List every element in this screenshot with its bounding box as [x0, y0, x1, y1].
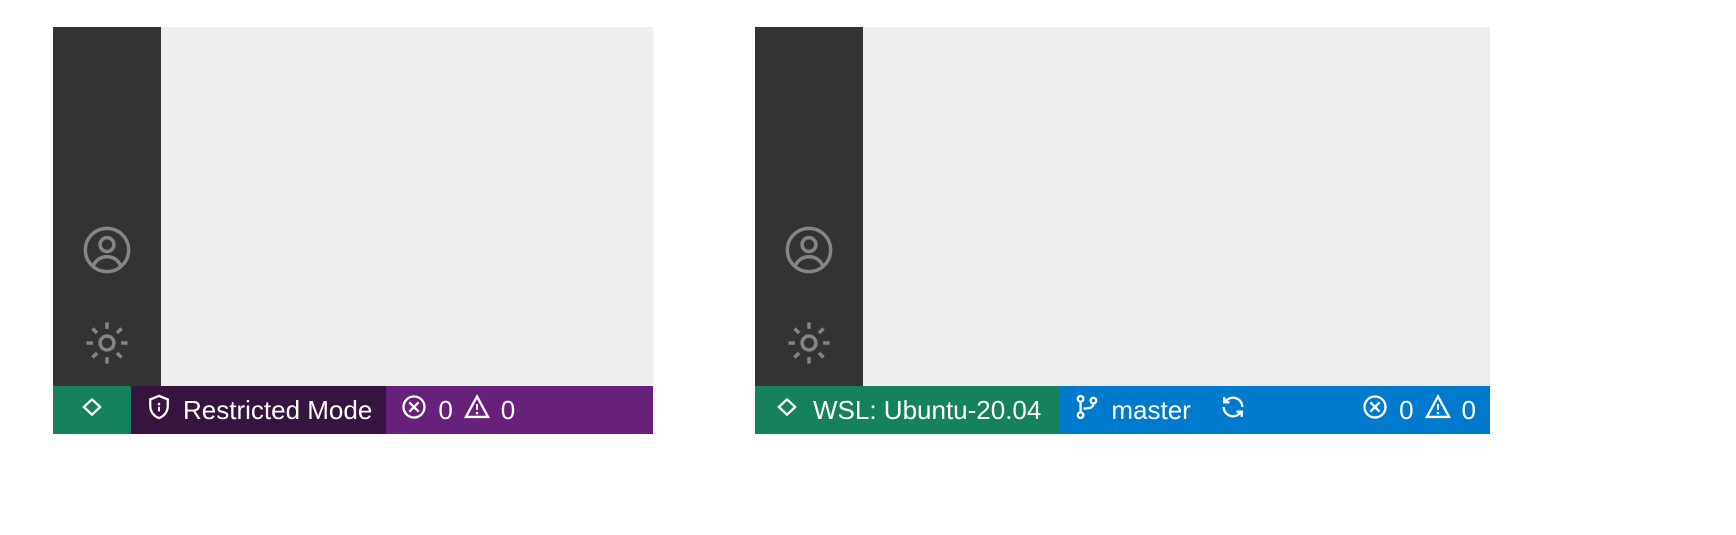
error-icon [400, 393, 428, 428]
sync-icon [1219, 393, 1247, 428]
remote-icon [773, 393, 801, 428]
restricted-mode-item[interactable]: Restricted Mode [131, 386, 386, 434]
warning-icon [463, 393, 491, 428]
settings-button[interactable] [81, 317, 133, 374]
error-count: 0 [438, 395, 452, 426]
activity-bar [755, 27, 863, 386]
warning-icon [1424, 393, 1452, 428]
status-bar: WSL: Ubuntu-20.04 master 0 0 [755, 386, 1490, 434]
remote-indicator[interactable] [53, 386, 131, 434]
person-icon [783, 263, 835, 280]
main-area [755, 27, 1490, 386]
remote-indicator[interactable]: WSL: Ubuntu-20.04 [755, 386, 1059, 434]
git-branch-icon [1073, 393, 1101, 428]
sync-item[interactable] [1205, 386, 1261, 434]
warning-count: 0 [501, 395, 515, 426]
editor-area [863, 27, 1490, 386]
git-branch-name: master [1111, 395, 1190, 426]
activity-bar [53, 27, 161, 386]
main-area [53, 27, 653, 386]
gear-icon [81, 356, 133, 373]
settings-button[interactable] [783, 317, 835, 374]
problems-item[interactable]: 0 0 [1347, 386, 1490, 434]
editor-area [161, 27, 653, 386]
error-icon [1361, 393, 1389, 428]
git-branch-item[interactable]: master [1059, 386, 1204, 434]
remote-icon [78, 393, 106, 428]
accounts-button[interactable] [783, 224, 835, 281]
remote-label: WSL: Ubuntu-20.04 [813, 395, 1041, 426]
gear-icon [783, 356, 835, 373]
person-icon [81, 263, 133, 280]
error-count: 0 [1399, 395, 1413, 426]
accounts-button[interactable] [81, 224, 133, 281]
vscode-window-local: Restricted Mode 0 0 [53, 27, 653, 434]
problems-item[interactable]: 0 0 [386, 386, 529, 434]
status-spacer [1261, 386, 1347, 434]
warning-count: 0 [1462, 395, 1476, 426]
vscode-window-wsl: WSL: Ubuntu-20.04 master 0 0 [755, 27, 1490, 434]
status-bar: Restricted Mode 0 0 [53, 386, 653, 434]
restricted-mode-label: Restricted Mode [183, 395, 372, 426]
shield-icon [145, 393, 173, 428]
